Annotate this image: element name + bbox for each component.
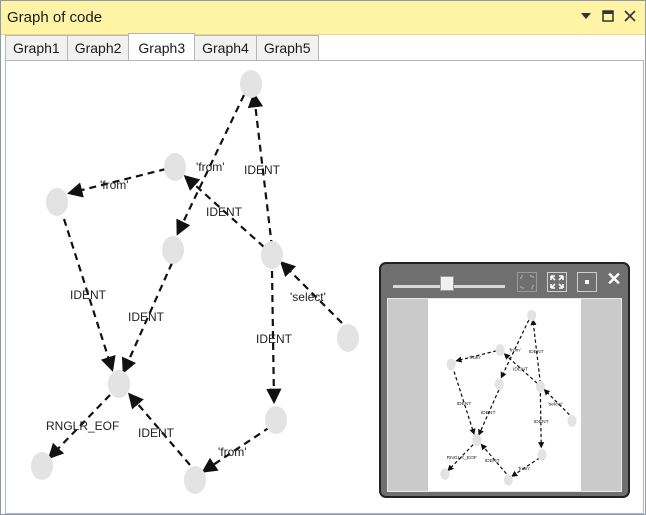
graph-node[interactable] bbox=[162, 236, 184, 264]
tab-graph5[interactable]: Graph5 bbox=[255, 35, 319, 61]
tab-graph2[interactable]: Graph2 bbox=[66, 35, 130, 61]
minimap-view[interactable]: IDENT 'from' IDENT 'from' IDENT 'select'… bbox=[387, 298, 622, 492]
minimap-edge-label: RNGLR_EOF bbox=[447, 455, 477, 461]
minimap-edge-label: IDENT bbox=[534, 419, 549, 425]
dropdown-icon[interactable] bbox=[579, 9, 593, 23]
minimap-toolbar: ✕ bbox=[381, 264, 628, 296]
graph-node[interactable] bbox=[261, 241, 283, 269]
minimap-node bbox=[527, 309, 537, 322]
tab-graph1[interactable]: Graph1 bbox=[5, 35, 68, 61]
edge-label: IDENT bbox=[128, 310, 165, 324]
graph-node[interactable] bbox=[46, 188, 68, 216]
maximize-icon[interactable] bbox=[601, 9, 615, 23]
tab-strip: Graph1 Graph2 Graph3 Graph4 Graph5 bbox=[5, 33, 319, 61]
graph-node[interactable] bbox=[265, 406, 287, 434]
close-icon[interactable] bbox=[623, 9, 637, 23]
title-bar: Graph of code bbox=[1, 1, 645, 35]
graph-node[interactable] bbox=[108, 370, 130, 398]
minimap-node bbox=[537, 449, 547, 461]
graph-node[interactable] bbox=[31, 452, 53, 480]
graph-window: Graph of code Graph1 Graph2 Graph3 Graph… bbox=[0, 0, 646, 515]
minimap-edge-label: 'select' bbox=[548, 402, 563, 408]
minimap-edge-label: 'from' bbox=[518, 466, 530, 472]
window-title: Graph of code bbox=[7, 9, 103, 26]
minimap-node bbox=[495, 344, 505, 356]
zoom-slider-thumb[interactable] bbox=[440, 276, 454, 291]
fullscreen-icon[interactable] bbox=[547, 272, 567, 292]
minimap-node bbox=[472, 434, 482, 446]
minimap-edge-label: IDENT bbox=[457, 401, 472, 407]
edge-label: RNGLR_EOF bbox=[46, 419, 119, 433]
minimap-panel[interactable]: ✕ IDENT 'from' IDENT 'from' IDENT 'selec… bbox=[379, 262, 630, 498]
minimap-edge-label: IDENT bbox=[513, 366, 528, 372]
edge-label: IDENT bbox=[256, 332, 293, 346]
minimap-edge-label: IDENT bbox=[529, 349, 544, 355]
tab-graph4[interactable]: Graph4 bbox=[194, 35, 257, 61]
minimap-edge-label: 'from' bbox=[469, 355, 481, 361]
minimap-edge-label: IDENT bbox=[481, 410, 496, 416]
pin-icon[interactable] bbox=[577, 272, 597, 292]
minimap-node bbox=[567, 415, 577, 427]
graph-node[interactable] bbox=[240, 70, 262, 98]
graph-node[interactable] bbox=[337, 324, 359, 352]
fit-to-screen-icon[interactable] bbox=[517, 272, 537, 292]
minimap-graph: IDENT 'from' IDENT 'from' IDENT 'select'… bbox=[440, 309, 577, 486]
minimap-node bbox=[440, 468, 450, 480]
title-bar-controls bbox=[579, 9, 637, 23]
minimap-edge-label: 'from' bbox=[509, 348, 521, 354]
minimap-node bbox=[494, 378, 504, 391]
graph-node[interactable] bbox=[164, 153, 186, 181]
tab-graph3[interactable]: Graph3 bbox=[128, 33, 196, 60]
edge-label: IDENT bbox=[244, 163, 281, 177]
edge-label: 'from' bbox=[218, 445, 247, 459]
minimap-edge-label: IDENT bbox=[485, 458, 500, 464]
edge-label: 'from' bbox=[196, 160, 225, 174]
minimap-close-icon[interactable]: ✕ bbox=[606, 270, 622, 288]
edge-label: 'select' bbox=[290, 290, 326, 304]
edge-label: IDENT bbox=[70, 288, 107, 302]
edge-label: 'from' bbox=[100, 178, 129, 192]
minimap-node bbox=[503, 474, 513, 486]
graph-node[interactable] bbox=[184, 466, 206, 494]
edge-label: IDENT bbox=[206, 205, 243, 219]
edge-label: IDENT bbox=[138, 426, 175, 440]
minimap-node bbox=[535, 380, 545, 393]
minimap-node bbox=[446, 358, 456, 371]
